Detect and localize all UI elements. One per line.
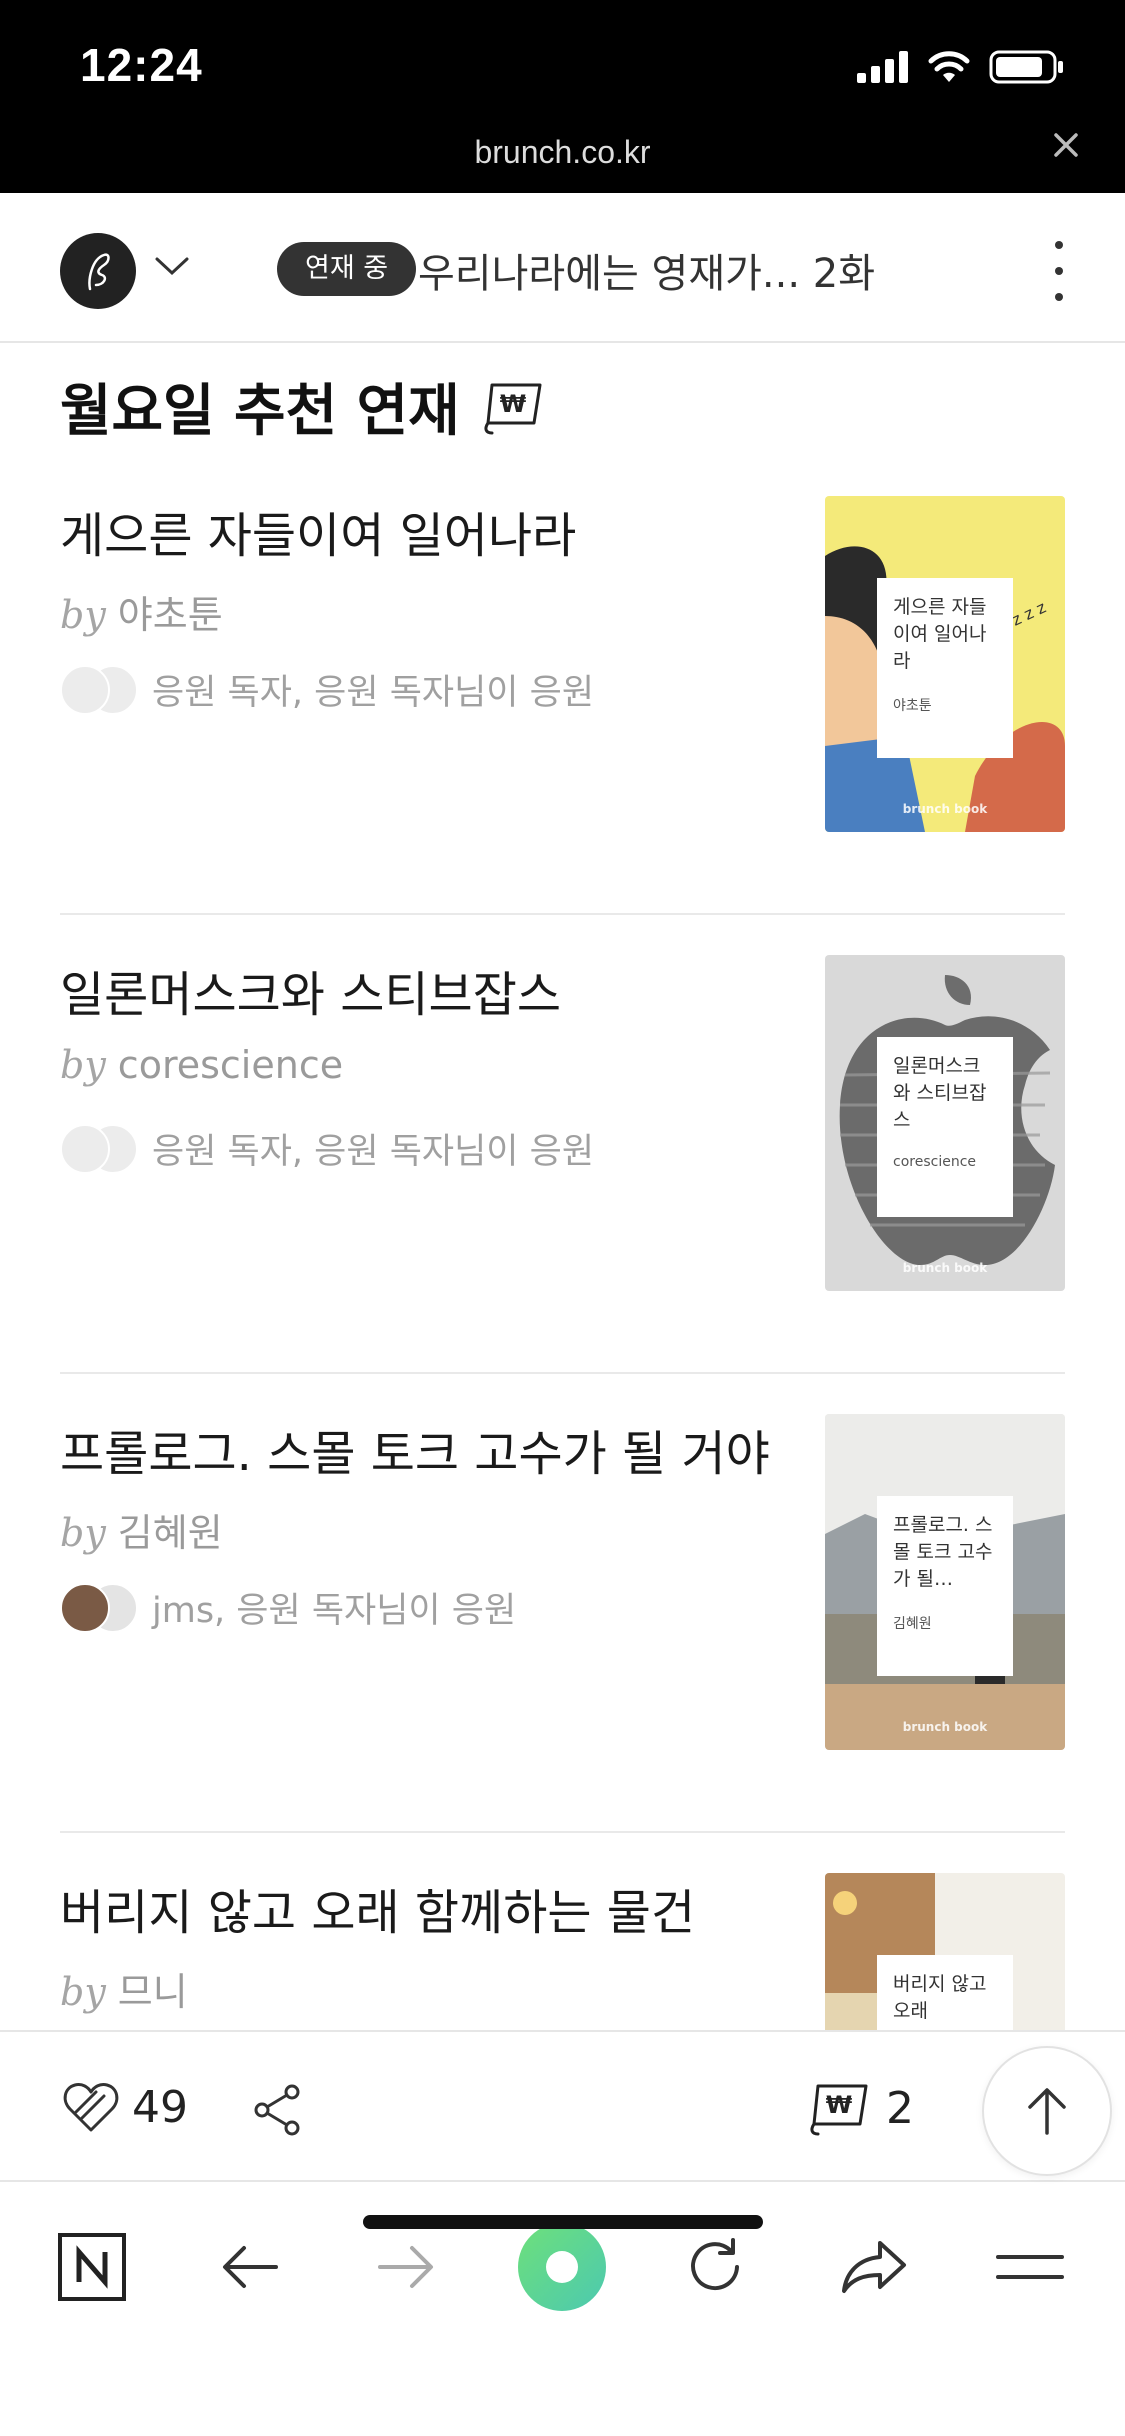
won-icon: ₩ bbox=[484, 383, 542, 434]
menu-button[interactable] bbox=[980, 2222, 1080, 2312]
brunch-logo-icon[interactable] bbox=[60, 233, 136, 309]
cheer-avatars bbox=[60, 664, 140, 715]
share-arrow-icon bbox=[842, 2241, 906, 2293]
item-author: by corescience bbox=[60, 1043, 344, 1087]
share-arrow-button[interactable] bbox=[824, 2222, 924, 2312]
wifi-icon bbox=[928, 51, 970, 82]
item-cheer: jms, 응원 독자님이 응원 bbox=[60, 1582, 516, 1633]
book-cover[interactable]: 프롤로그. 스몰 토크 고수가 될… 김혜원 brunch book bbox=[825, 1414, 1065, 1750]
item-title[interactable]: 프롤로그. 스몰 토크 고수가 될 거야 bbox=[60, 1414, 770, 1484]
won-button[interactable]: ₩ 2 bbox=[808, 2080, 914, 2136]
book-cover[interactable]: z z z 게으른 자들이여 일어나라 야초툰 brunch book bbox=[825, 496, 1065, 832]
refresh-icon bbox=[691, 2238, 739, 2291]
svg-text:₩: ₩ bbox=[826, 2091, 853, 2119]
cover-label: 게으른 자들이여 일어나라 야초툰 bbox=[877, 578, 1013, 758]
item-title[interactable]: 게으른 자들이여 일어나라 bbox=[60, 496, 576, 566]
like-count: 49 bbox=[132, 2081, 188, 2133]
green-dot-icon bbox=[518, 2223, 606, 2311]
serial-badge: 연재 중 bbox=[277, 242, 417, 296]
series-title[interactable]: 우리나라에는 영재가... 2화 bbox=[418, 241, 875, 299]
back-button[interactable] bbox=[200, 2222, 300, 2312]
item-title[interactable]: 일론머스크와 스티브잡스 bbox=[60, 955, 561, 1025]
status-bar: 12:24 brunch.co.kr bbox=[0, 0, 1125, 193]
signal-icon bbox=[857, 51, 908, 83]
back-icon bbox=[223, 2246, 278, 2288]
menu-icon bbox=[996, 2255, 1064, 2279]
book-cover[interactable]: 버리지 않고 오래 bbox=[825, 1873, 1065, 2030]
like-button[interactable]: 49 bbox=[62, 2080, 188, 2134]
heart-icon bbox=[63, 2083, 119, 2132]
forward-button[interactable] bbox=[356, 2222, 456, 2312]
svg-text:₩: ₩ bbox=[499, 390, 526, 418]
item-cheer: 응원 독자, 응원 독자님이 응원 bbox=[60, 1123, 594, 1174]
item-author: by 야초툰 bbox=[60, 593, 223, 637]
item-title[interactable]: 버리지 않고 오래 함께하는 물건 bbox=[60, 1873, 695, 1943]
section-title-text: 월요일 추천 연재 bbox=[60, 379, 460, 444]
status-icons bbox=[857, 50, 1065, 84]
cover-label: 일론머스크와 스티브잡스 corescience bbox=[877, 1037, 1013, 1217]
green-dot-button[interactable] bbox=[512, 2222, 612, 2312]
cover-label: 프롤로그. 스몰 토크 고수가 될… 김혜원 bbox=[877, 1496, 1013, 1676]
list-item[interactable]: 일론머스크와 스티브잡스 by corescience 응원 독자, 응원 독자님… bbox=[60, 915, 1065, 1374]
home-indicator bbox=[363, 2215, 763, 2229]
topbar: 연재 중 우리나라에는 영재가... 2화 bbox=[0, 193, 1125, 343]
share-icon[interactable] bbox=[252, 2084, 304, 2136]
list-item[interactable]: 게으른 자들이여 일어나라 by 야초툰 응원 독자, 응원 독자님이 응원 z … bbox=[60, 456, 1065, 915]
list-item[interactable]: 프롤로그. 스몰 토크 고수가 될 거야 by 김혜원 jms, 응원 독자님이 … bbox=[60, 1374, 1065, 1833]
book-cover[interactable]: 일론머스크와 스티브잡스 corescience brunch book bbox=[825, 955, 1065, 1291]
status-time: 12:24 bbox=[80, 39, 203, 91]
item-cheer: 응원 독자, 응원 독자님이 응원 bbox=[60, 664, 594, 715]
svg-text:z z z: z z z bbox=[1009, 597, 1049, 629]
scroll-top-button[interactable] bbox=[982, 2046, 1112, 2176]
refresh-button[interactable] bbox=[666, 2222, 766, 2312]
item-author: by 므니 bbox=[60, 1970, 188, 2014]
close-icon[interactable] bbox=[1053, 132, 1079, 158]
item-author: by 김혜원 bbox=[60, 1511, 223, 1555]
cover-label: 버리지 않고 오래 bbox=[877, 1955, 1013, 2030]
won-count: 2 bbox=[886, 2082, 914, 2134]
won-icon: ₩ bbox=[810, 2084, 868, 2136]
list-item[interactable]: 버리지 않고 오래 함께하는 물건 by 므니 버리지 않고 오래 bbox=[60, 1833, 1065, 2030]
cheer-avatars bbox=[60, 1123, 140, 1174]
naver-n-icon bbox=[58, 2233, 126, 2301]
forward-icon bbox=[378, 2246, 433, 2288]
more-icon[interactable] bbox=[1053, 241, 1065, 301]
section-title: 월요일 추천 연재 ₩ bbox=[60, 366, 544, 447]
cheer-avatars bbox=[60, 1582, 140, 1633]
url-text[interactable]: brunch.co.kr bbox=[0, 134, 1125, 171]
chevron-down-icon[interactable] bbox=[154, 255, 190, 277]
battery-icon bbox=[989, 50, 1063, 84]
arrow-up-icon bbox=[1028, 2088, 1066, 2135]
naver-home-button[interactable] bbox=[42, 2222, 142, 2312]
action-bar: 49 ₩ 2 bbox=[0, 2030, 1125, 2182]
